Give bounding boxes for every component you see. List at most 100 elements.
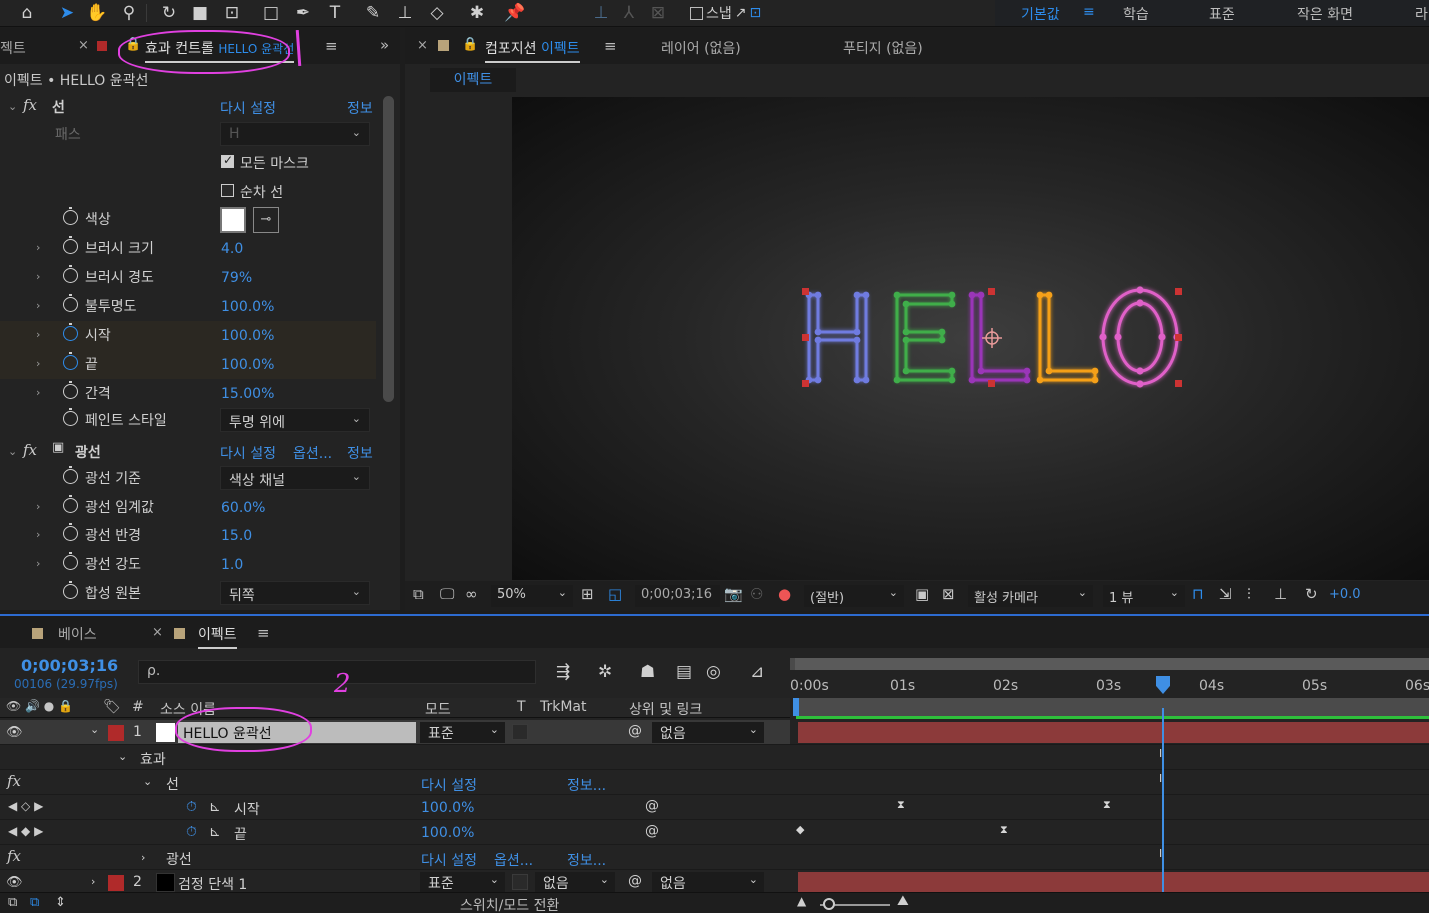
effect-controls-scrollbar[interactable] [381, 92, 396, 607]
stroke-reset-link[interactable]: 다시 설정 [220, 98, 276, 118]
mask-vertex[interactable] [853, 328, 861, 336]
handle-mr[interactable] [1175, 334, 1182, 341]
paint-style-dropdown[interactable]: 투명 위에 ⌄ [220, 408, 370, 432]
graph-icon[interactable]: ⊾ [209, 799, 221, 815]
mask-vertex[interactable] [1036, 291, 1044, 299]
timeline-toggle-icon[interactable]: ⫶ [1247, 585, 1251, 603]
stopwatch-icon[interactable] [63, 294, 78, 312]
mask-vertex[interactable] [948, 300, 956, 308]
panel-menu-icon[interactable]: ≡ [325, 37, 338, 55]
twirl-open-icon[interactable]: ⌄ [143, 775, 152, 788]
mask-vertex[interactable] [1099, 333, 1107, 341]
mask-vertex[interactable] [814, 328, 822, 336]
workspace-cut-label[interactable]: 라 [1415, 4, 1428, 24]
views-dropdown[interactable]: 1 뷰 ⌄ [1103, 585, 1185, 607]
mask-vertex[interactable] [948, 376, 956, 384]
mask-vertex[interactable] [853, 376, 861, 384]
composition-viewer[interactable] [512, 97, 1429, 580]
scrollbar-thumb[interactable] [383, 96, 394, 402]
prop-start-row[interactable]: ◀ ◇ ▶ ⏱ ⊾ 시작 100.0% @ [0, 795, 790, 820]
sequential-checkbox[interactable] [221, 184, 234, 197]
fx-toggle-icon[interactable]: fx [23, 441, 37, 459]
mask-vertex[interactable] [1136, 286, 1144, 294]
layer1-mode-dropdown[interactable]: 표준 ⌄ [420, 722, 505, 743]
workspace-small-screen[interactable]: 작은 화면 [1297, 4, 1353, 24]
panel-menu-icon[interactable]: ≡ [604, 37, 617, 55]
reset-exposure-icon[interactable]: ↻ [1305, 585, 1318, 603]
motion-blur-icon[interactable]: ◎ [706, 662, 721, 682]
glow-info-link[interactable]: 정보 [347, 443, 373, 463]
keyframe-end-1[interactable]: ◆ [796, 823, 804, 836]
mask-vertex[interactable] [814, 291, 822, 299]
fx-toggle-icon[interactable]: fx [23, 96, 37, 114]
effect-stroke-header[interactable]: ⌄ fx 선 다시 설정 정보 [0, 93, 376, 122]
hand-tool-icon[interactable]: ✋ [82, 0, 112, 26]
expression-pick-whip-icon[interactable]: @ [645, 798, 659, 814]
mask-vertex[interactable] [1091, 376, 1099, 384]
handle-tr[interactable] [1175, 288, 1182, 295]
workspace-default[interactable]: 기본값 [1021, 4, 1060, 24]
zoom-in-icon[interactable]: ⛰ [897, 893, 909, 909]
mask-vertex[interactable] [968, 291, 976, 299]
stroke-reset-link[interactable]: 다시 설정 [421, 775, 477, 795]
pick-whip-icon[interactable]: @ [628, 723, 642, 739]
glow-options-link[interactable]: 옵션... [293, 443, 332, 463]
mask-vertex[interactable] [1023, 367, 1031, 375]
exposure-value[interactable]: +0.0 [1329, 587, 1361, 602]
eye-icon[interactable]: 👁 [6, 875, 23, 890]
glow-options-link[interactable]: 옵션... [494, 850, 533, 870]
twirl-closed-icon[interactable]: › [36, 528, 40, 541]
clone-stamp-tool-icon[interactable]: ⊥ [390, 0, 420, 26]
effects-group-row[interactable]: ⌄ 효과 [0, 745, 790, 770]
mask-vertex[interactable] [977, 367, 985, 375]
handle-ml[interactable] [802, 334, 809, 341]
stopwatch-active-icon[interactable] [63, 352, 78, 370]
all-masks-checkbox[interactable] [221, 153, 234, 168]
prop-opacity-value[interactable]: 100.0% [221, 299, 274, 315]
layer2-trkmat-dropdown[interactable]: 없음 ⌄ [535, 872, 615, 893]
glow-reset-link[interactable]: 다시 설정 [220, 443, 276, 463]
keyframe-start-2[interactable]: ⧗ [1103, 798, 1111, 812]
preserve-transparency-box[interactable] [512, 874, 528, 890]
tab-composition[interactable]: 컴포지션 이펙트 [485, 38, 580, 63]
twirl-closed-icon[interactable]: › [36, 299, 40, 312]
current-time-indicator[interactable] [1162, 708, 1164, 913]
brush-tool-icon[interactable]: ✎ [358, 0, 388, 26]
mask-vertex[interactable] [1023, 376, 1031, 384]
twirl-open-icon[interactable]: ⌄ [8, 445, 17, 458]
mask-vertex[interactable] [902, 336, 910, 344]
vr-glasses-icon[interactable]: ∞ [465, 585, 478, 603]
glow-based-on-dropdown[interactable]: 색상 채널 ⌄ [220, 466, 370, 490]
stopwatch-icon[interactable] [63, 466, 78, 484]
mask-vertex[interactable] [862, 291, 870, 299]
timeline-current-time[interactable]: 0;00;03;16 [21, 656, 118, 675]
twirl-closed-icon[interactable]: › [36, 270, 40, 283]
composition-flowchart-icon[interactable]: ⇶ [556, 662, 570, 682]
layer-label-color[interactable] [108, 875, 124, 891]
region-of-interest-icon[interactable]: ▣ [915, 585, 929, 603]
twirl-closed-icon[interactable]: › [36, 500, 40, 513]
layer1-duration-bar[interactable] [798, 722, 1429, 743]
layer1-parent-dropdown[interactable]: 없음 ⌄ [652, 722, 764, 743]
stopwatch-icon[interactable] [63, 265, 78, 283]
fx-toggle-icon[interactable]: fx [7, 772, 21, 790]
zoom-out-icon[interactable]: ▲ [797, 894, 806, 908]
fast-previews-icon[interactable]: ⇲ [1219, 585, 1232, 603]
close-icon[interactable]: × [78, 38, 89, 53]
twirl-closed-icon[interactable]: › [36, 241, 40, 254]
twirl-closed-icon[interactable]: › [91, 875, 95, 888]
glow-reset-link[interactable]: 다시 설정 [421, 850, 477, 870]
mask-vertex[interactable] [968, 376, 976, 384]
stroke-info-link[interactable]: 정보... [567, 775, 606, 795]
mask-vertex[interactable] [814, 376, 822, 384]
color-channels-icon[interactable]: ● [778, 585, 791, 603]
mask-vertex[interactable] [1158, 333, 1166, 341]
prop-glow-intensity-value[interactable]: 1.0 [221, 557, 243, 573]
local-axis-icon[interactable]: ⊥ [586, 0, 616, 26]
snapshot-camera-icon[interactable]: 📷 [724, 585, 743, 603]
rectangle-tool-icon[interactable]: □ [256, 0, 286, 26]
timeline-zoom-knob[interactable] [823, 898, 835, 910]
prop-end-value[interactable]: 100.0% [221, 357, 274, 373]
twirl-open-icon[interactable]: ⌄ [8, 100, 17, 113]
puppet-pin-tool-icon[interactable]: 📌 [500, 0, 530, 26]
